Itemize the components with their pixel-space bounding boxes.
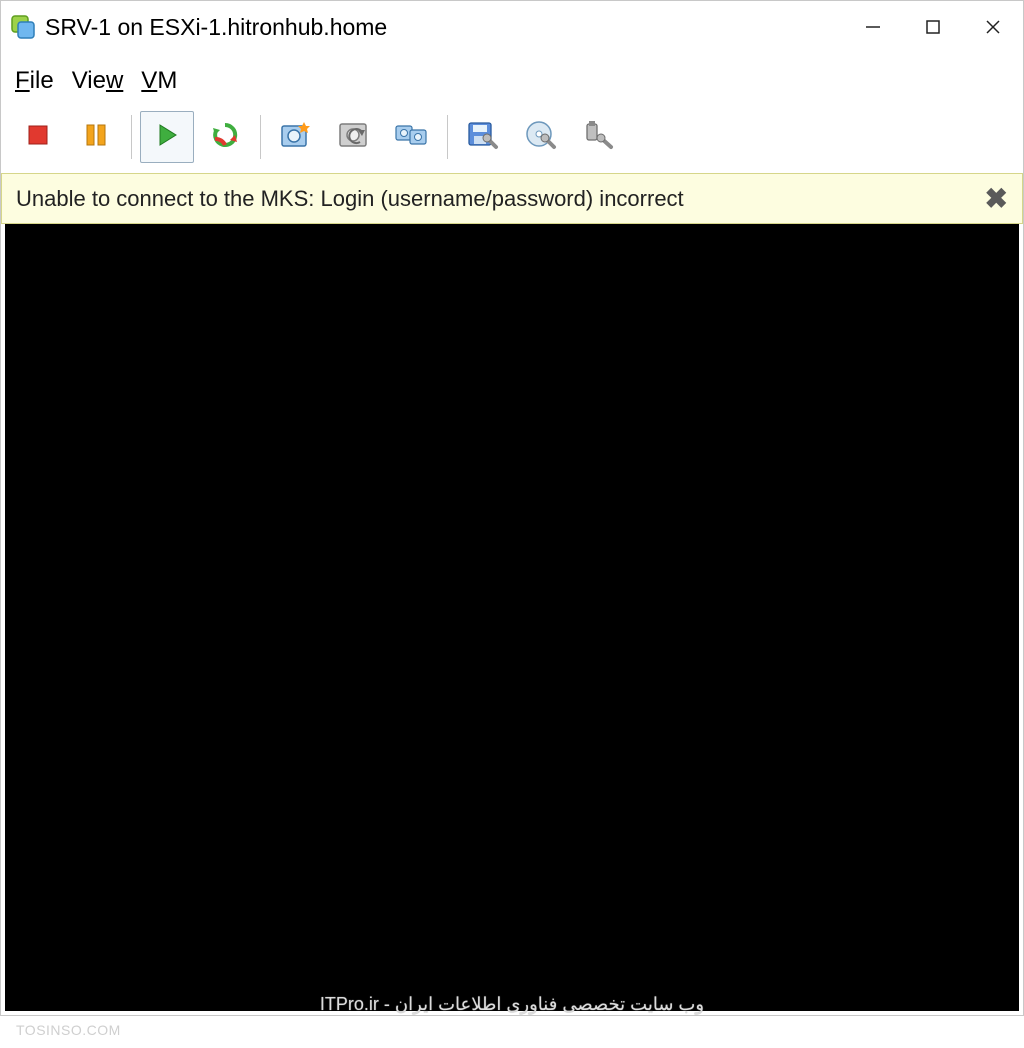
watermark-corner: TOSINSO.COM	[16, 1022, 121, 1038]
usb-wrench-icon	[583, 120, 615, 155]
stop-icon	[25, 122, 51, 153]
vm-console-window: SRV-1 on ESXi-1.hitronhub.home File View…	[0, 0, 1024, 1016]
pause-button[interactable]	[69, 111, 123, 163]
notification-close-button[interactable]: ✖	[985, 182, 1008, 215]
vm-console-area[interactable]	[5, 224, 1019, 1011]
toolbar-separator	[447, 115, 448, 159]
floppy-wrench-icon	[467, 120, 499, 155]
minimize-button[interactable]	[843, 1, 903, 53]
take-snapshot-button[interactable]	[269, 111, 323, 163]
close-button[interactable]	[963, 1, 1023, 53]
menu-file[interactable]: File	[15, 67, 54, 95]
menubar: File View VM	[1, 53, 1023, 109]
toolbar-separator	[131, 115, 132, 159]
snapshot-revert-icon	[338, 120, 370, 155]
restart-icon	[210, 120, 240, 155]
menu-view[interactable]: View	[72, 67, 124, 95]
cd-wrench-icon	[525, 120, 557, 155]
pause-icon	[83, 122, 109, 153]
play-button[interactable]	[140, 111, 194, 163]
snapshot-new-icon	[280, 120, 312, 155]
vmware-app-icon	[9, 13, 37, 41]
notification-message: Unable to connect to the MKS: Login (use…	[16, 186, 684, 212]
titlebar: SRV-1 on ESXi-1.hitronhub.home	[1, 1, 1023, 53]
floppy-device-button[interactable]	[456, 111, 510, 163]
window-title: SRV-1 on ESXi-1.hitronhub.home	[45, 14, 843, 41]
cd-device-button[interactable]	[514, 111, 568, 163]
restart-button[interactable]	[198, 111, 252, 163]
snapshot-manager-button[interactable]	[385, 111, 439, 163]
toolbar	[1, 109, 1023, 173]
menu-vm[interactable]: VM	[141, 67, 177, 95]
toolbar-separator	[260, 115, 261, 159]
play-icon	[154, 122, 180, 153]
stop-button[interactable]	[11, 111, 65, 163]
snapshot-manager-icon	[395, 120, 429, 155]
usb-device-button[interactable]	[572, 111, 626, 163]
revert-snapshot-button[interactable]	[327, 111, 381, 163]
notification-bar: Unable to connect to the MKS: Login (use…	[1, 173, 1023, 224]
maximize-button[interactable]	[903, 1, 963, 53]
close-icon: ✖	[985, 183, 1008, 214]
